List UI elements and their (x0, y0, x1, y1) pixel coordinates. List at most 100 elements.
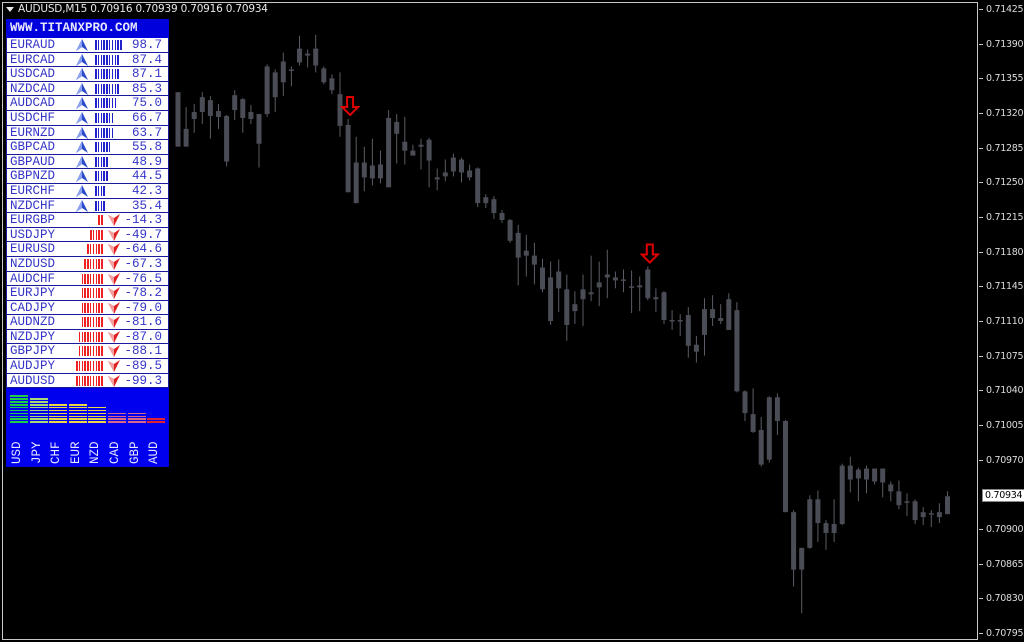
pair-row[interactable]: EURUSD -64.6 (6, 242, 169, 257)
pair-row[interactable]: EURNZD 63.7 (6, 125, 169, 141)
candle (564, 274, 570, 341)
candle-body (669, 320, 675, 322)
currency-label: JPY (29, 441, 44, 465)
candle (653, 288, 659, 313)
pair-row[interactable]: EURJPY -78.2 (6, 286, 169, 301)
price-tick: 0.71110 (979, 316, 1023, 327)
currency-column: AUD (147, 389, 166, 466)
pair-row[interactable]: AUDJPY -89.5 (6, 359, 169, 374)
price-tick: 0.71040 (979, 385, 1023, 396)
pair-name: AUDCAD (10, 96, 56, 111)
pair-row[interactable]: EURCHF 42.3 (6, 183, 169, 199)
candle (839, 463, 845, 526)
pair-row[interactable]: GBPCAD 55.8 (6, 140, 169, 155)
pair-value: -14.3 (124, 213, 162, 228)
pair-name: USDCAD (10, 67, 56, 82)
pair-row[interactable]: GBPJPY -88.1 (6, 344, 169, 360)
pair-row[interactable]: CADJPY -79.0 (6, 300, 169, 316)
candle (459, 157, 464, 183)
menu-triangle-icon[interactable] (6, 6, 14, 12)
pair-value: -88.1 (124, 344, 162, 359)
strength-stack (49, 404, 68, 424)
pair-row[interactable]: AUDUSD -99.3 (6, 373, 169, 389)
candle-body (928, 513, 934, 515)
candle-body (726, 299, 732, 330)
candle (483, 194, 489, 209)
pair-name: NZDCHF (10, 198, 56, 213)
pair-row[interactable]: USDCAD 87.1 (6, 67, 169, 82)
strength-bars-up (95, 112, 115, 123)
pair-row[interactable]: EURGBP -14.3 (6, 213, 169, 228)
pair-name: EURGBP (10, 213, 56, 228)
candle-body (531, 255, 537, 265)
panel-header[interactable]: WWW.TITANXPRO.COM (6, 19, 169, 38)
candle-body (888, 484, 894, 492)
candle-body (637, 285, 643, 288)
strength-bars-up (95, 185, 106, 196)
currency-strength-panel: WWW.TITANXPRO.COM EURAUD 98.7 EURCAD 87.4 US… (6, 19, 169, 468)
candle (580, 274, 586, 326)
pair-row[interactable]: GBPAUD 48.9 (6, 154, 169, 170)
candle-body (855, 469, 861, 479)
pair-value: -76.5 (124, 271, 162, 286)
candle (248, 105, 254, 124)
strength-bars-up (95, 127, 115, 138)
candle-body (612, 277, 618, 281)
candle (531, 242, 537, 285)
strength-bars-down (78, 331, 104, 342)
candle (353, 136, 359, 204)
pair-value: 44.5 (131, 169, 162, 184)
candle (807, 495, 813, 549)
pair-row[interactable]: AUDCAD 75.0 (6, 96, 169, 111)
candle-body (588, 292, 594, 295)
pair-row[interactable]: USDJPY -49.7 (6, 227, 169, 243)
pair-row[interactable]: AUDNZD -81.6 (6, 315, 169, 330)
candle (645, 266, 651, 301)
pair-name: EURAUD (10, 38, 56, 52)
candle (507, 218, 513, 243)
candle-body (791, 512, 797, 570)
pair-row[interactable]: NZDJPY -87.0 (6, 329, 169, 345)
pair-row[interactable]: EURCAD 87.4 (6, 52, 169, 68)
price-tick: 0.71005 (979, 420, 1023, 431)
strength-bars-up (95, 98, 117, 109)
strength-bars-up (95, 200, 106, 211)
candle-body (710, 309, 716, 319)
candle (224, 114, 230, 167)
candle-body (361, 162, 367, 178)
candle (612, 271, 618, 289)
pair-row[interactable]: GBPNZD 44.5 (6, 169, 169, 184)
strength-bars-down (90, 229, 104, 240)
pair-name: GBPAUD (10, 154, 56, 169)
pair-row[interactable]: AUDCHF -76.5 (6, 271, 169, 287)
candle (596, 261, 602, 307)
pair-row[interactable]: EURAUD 98.7 (6, 38, 169, 53)
strength-bars-down (84, 258, 104, 269)
strength-bars-down (81, 302, 104, 313)
price-tick: 0.71285 (979, 143, 1023, 154)
price-axis[interactable]: 0.71425 0.71390 0.71355 0.71320 0.71285 0.712… (979, 0, 1024, 642)
price-tick: 0.71355 (979, 73, 1023, 84)
candle (491, 196, 497, 219)
pair-row[interactable]: NZDUSD -67.3 (6, 256, 169, 272)
candle (799, 547, 805, 614)
pair-value: 48.9 (131, 154, 162, 169)
candle (710, 295, 716, 326)
pair-row[interactable]: USDCHF 66.7 (6, 110, 169, 126)
candle (661, 291, 667, 324)
candle (945, 491, 950, 515)
candle (183, 107, 189, 147)
currency-column: USD (10, 389, 28, 466)
pair-row[interactable]: NZDCAD 85.3 (6, 81, 169, 97)
pair-row[interactable]: NZDCHF 35.4 (6, 198, 169, 214)
strength-stack (68, 404, 87, 424)
price-tick: 0.71075 (979, 351, 1023, 362)
strength-bars-up (95, 40, 123, 50)
candle-body (896, 491, 902, 506)
candle (207, 96, 213, 139)
candle-body (353, 162, 359, 204)
candle-body (329, 78, 335, 91)
up-arrow-icon (76, 53, 88, 66)
candle-body (904, 501, 910, 503)
down-arrow-icon (108, 228, 120, 241)
